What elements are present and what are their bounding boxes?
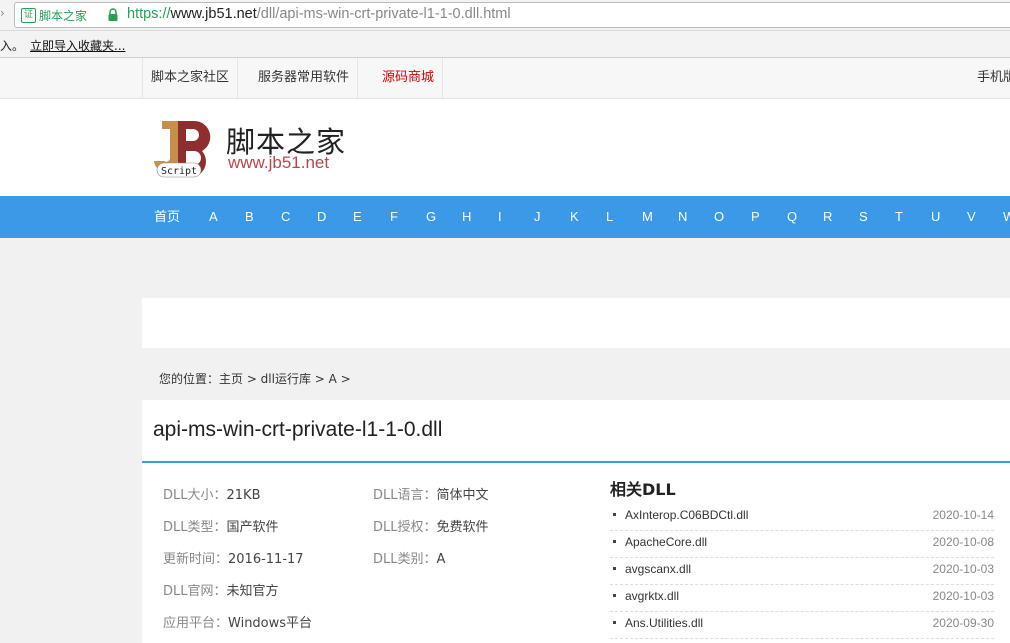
bullet-icon [613, 513, 616, 516]
bullet-icon [613, 621, 616, 624]
site-top-nav: 脚本之家社区 服务器常用软件 源码商城 手机版 [0, 58, 1010, 99]
topnav-server-software[interactable]: 服务器常用软件 [250, 58, 359, 98]
alpha-nav-u[interactable]: U [931, 196, 940, 238]
bullet-icon [613, 567, 616, 570]
alpha-nav-v[interactable]: V [967, 196, 976, 238]
cert-label: 脚本之家 [39, 8, 88, 23]
alpha-nav-j[interactable]: J [534, 196, 541, 238]
related-dll-item[interactable]: avgrktx.dll 2020-10-03 [610, 585, 994, 612]
bullet-icon [613, 540, 616, 543]
bookmarks-bar: 入。 立即导入收藏夹... [0, 31, 1010, 58]
back-chevron-icon[interactable]: › [0, 6, 5, 20]
cert-icon: 证 [21, 7, 36, 23]
alpha-nav-d[interactable]: D [317, 196, 326, 238]
dll-update-time: 更新时间：2016-11-17 [163, 552, 304, 567]
alpha-nav-r[interactable]: R [823, 196, 832, 238]
title-divider [142, 461, 1010, 463]
related-dll-date: 2020-10-14 [932, 508, 994, 522]
alpha-nav-f[interactable]: F [390, 196, 398, 238]
import-bookmarks-link[interactable]: 立即导入收藏夹... [30, 37, 125, 54]
alpha-nav-w[interactable]: W [1003, 196, 1010, 238]
related-dll-item[interactable]: avgscanx.dll 2020-10-03 [610, 558, 994, 585]
topnav-community[interactable]: 脚本之家社区 [142, 58, 239, 98]
alpha-nav-a[interactable]: A [209, 196, 218, 238]
ad-banner-area [142, 298, 1010, 348]
dll-detail-card: api-ms-win-crt-private-l1-1-0.dll DLL大小：… [142, 400, 1010, 643]
alpha-nav-l[interactable]: L [606, 196, 613, 238]
related-dll-item[interactable]: ApacheCore.dll 2020-10-08 [610, 531, 994, 558]
dll-language: DLL语言：简体中文 [373, 488, 489, 503]
alpha-nav-q[interactable]: Q [787, 196, 797, 238]
site-cert-badge[interactable]: 证 脚本之家 [21, 7, 87, 23]
alpha-nav-g[interactable]: G [426, 196, 436, 238]
related-dll-name[interactable]: Ans.Utilities.dll [625, 616, 703, 630]
alpha-nav-m[interactable]: M [642, 196, 653, 238]
dll-type: DLL类型：国产软件 [163, 520, 279, 535]
related-dll-date: 2020-10-03 [932, 562, 994, 576]
alpha-nav-o[interactable]: O [714, 196, 724, 238]
breadcrumb[interactable]: 您的位置：主页 > dll运行库 > A > [159, 370, 351, 387]
url-protocol: https:// [127, 6, 171, 22]
url-box[interactable]: 证 脚本之家 https://www.jb51.net/dll/api-ms-w… [14, 2, 1010, 28]
url-path: /dll/api-ms-win-crt-private-l1-1-0.dll.h… [256, 6, 511, 22]
related-dll-item[interactable]: Ans.Utilities.dll 2020-09-30 [610, 612, 994, 639]
page-title: api-ms-win-crt-private-l1-1-0.dll [153, 418, 443, 441]
alpha-nav-t[interactable]: T [895, 196, 903, 238]
topnav-mobile[interactable]: 手机版 [977, 58, 1010, 98]
lock-icon [108, 8, 118, 21]
alpha-nav-i[interactable]: I [498, 196, 502, 238]
dll-platform: 应用平台：Windows平台 [163, 616, 313, 631]
jb51-logo-icon[interactable]: Script [148, 115, 212, 181]
alpha-nav-e[interactable]: E [353, 196, 362, 238]
topnav-source-mall[interactable]: 源码商城 [374, 58, 444, 98]
url-host: www.jb51.net [170, 6, 257, 22]
browser-address-bar: › 证 脚本之家 https://www.jb51.net/dll/api-ms… [0, 0, 1010, 31]
dll-size: DLL大小：21KB [163, 488, 261, 503]
related-dll-item[interactable]: AxInterop.C06BDCtl.dll 2020-10-14 [610, 504, 994, 531]
alpha-nav-s[interactable]: S [859, 196, 868, 238]
dll-license: DLL授权：免费软件 [373, 520, 489, 535]
alpha-nav-p[interactable]: P [751, 196, 760, 238]
alpha-nav-n[interactable]: N [678, 196, 687, 238]
alpha-nav-k[interactable]: K [570, 196, 579, 238]
related-dll-date: 2020-09-30 [932, 616, 994, 630]
related-dll-name[interactable]: avgrktx.dll [625, 589, 679, 603]
related-dll-date: 2020-10-08 [932, 535, 994, 549]
site-url[interactable]: www.jb51.net [228, 153, 329, 173]
alpha-nav-b[interactable]: B [245, 196, 254, 238]
bookmarks-bar-text: 入。 [0, 39, 25, 53]
related-dll-list: AxInterop.C06BDCtl.dll 2020-10-14 ApacheCo… [610, 504, 994, 639]
related-dll-name[interactable]: ApacheCore.dll [625, 535, 707, 549]
alpha-nav-home[interactable]: 首页 [154, 196, 180, 238]
dll-category: DLL类别：A [373, 552, 446, 567]
related-dll-date: 2020-10-03 [932, 589, 994, 603]
alpha-nav-c[interactable]: C [281, 196, 290, 238]
related-dll-name[interactable]: avgscanx.dll [625, 562, 691, 576]
url-text[interactable]: https://www.jb51.net/dll/api-ms-win-crt-… [127, 6, 511, 22]
site-header: Script 脚本之家 www.jb51.net [0, 99, 1010, 196]
dll-website: DLL官网：未知官方 [163, 584, 279, 599]
bullet-icon [613, 594, 616, 597]
logo-script-text: Script [161, 166, 197, 177]
related-dll-name[interactable]: AxInterop.C06BDCtl.dll [625, 508, 748, 522]
alphabet-nav: 首页 ABCDEFGHIJKLMNOPQRSTUVW [0, 196, 1010, 238]
related-dll-heading: 相关DLL [610, 480, 676, 499]
alpha-nav-h[interactable]: H [462, 196, 471, 238]
